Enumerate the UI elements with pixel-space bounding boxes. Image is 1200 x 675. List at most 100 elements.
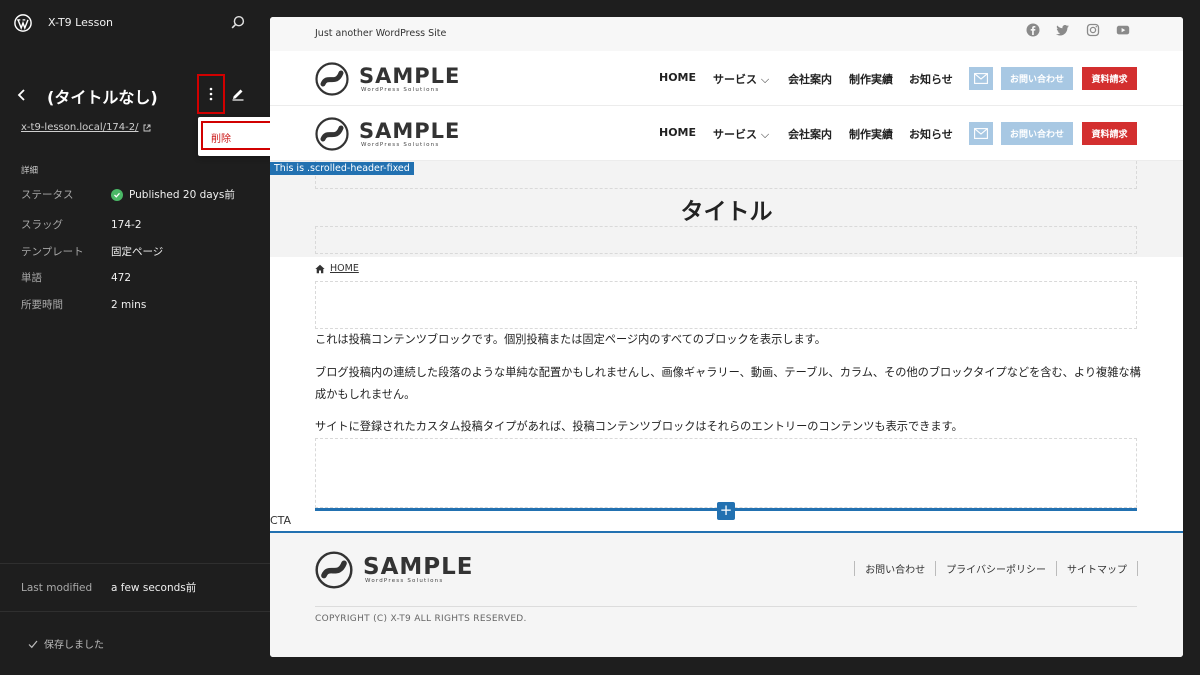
detail-label: ステータス	[21, 189, 74, 201]
detail-value[interactable]: 174-2	[111, 219, 142, 231]
twitter-icon[interactable]	[1056, 23, 1070, 37]
detail-row-last-modified: Last modified a few seconds前	[21, 580, 261, 595]
detail-label: 単語	[21, 272, 42, 284]
site-logo[interactable]: SAMPLE WordPress Solutions	[315, 62, 461, 96]
search-icon[interactable]	[229, 14, 247, 32]
request-materials-button[interactable]: 資料請求	[1082, 122, 1137, 145]
site-topbar: Just another WordPress Site	[270, 17, 1183, 51]
editor-canvas[interactable]: Just another WordPress Site SAMPLE WordP…	[270, 17, 1183, 657]
detail-value: a few seconds前	[111, 582, 197, 594]
more-vertical-icon	[209, 87, 213, 101]
facebook-icon[interactable]	[1026, 23, 1040, 37]
nav-item-works[interactable]: 制作実績	[849, 126, 893, 142]
nav-label: サービス	[713, 128, 757, 141]
contact-button[interactable]: お問い合わせ	[1001, 67, 1073, 90]
logo-word: SAMPLE	[363, 554, 474, 580]
footer-link-sitemap[interactable]: サイトマップ	[1056, 561, 1138, 576]
pencil-icon[interactable]	[231, 87, 245, 101]
divider	[0, 563, 270, 564]
nav-item-news[interactable]: お知らせ	[909, 126, 953, 142]
footer-logo[interactable]: SAMPLE WordPress Solutions	[315, 551, 473, 589]
page-url-link[interactable]: x-t9-lesson.local/174-2/	[21, 122, 151, 133]
detail-row-slug: スラッグ 174-2	[21, 217, 261, 232]
page-url-text: x-t9-lesson.local/174-2/	[21, 122, 139, 133]
site-header: SAMPLE WordPress Solutions HOME サービス ⌵ 会…	[270, 51, 1183, 106]
saved-status: 保存しました	[28, 636, 104, 651]
chevron-down-icon: ⌵	[760, 128, 770, 141]
breadcrumb[interactable]: HOME	[315, 263, 359, 274]
logo-mark-icon	[315, 551, 353, 589]
contact-button[interactable]: お問い合わせ	[1001, 122, 1073, 145]
nav-item-services[interactable]: サービス ⌵	[713, 71, 769, 87]
logo-mark-icon	[315, 62, 349, 96]
details-heading: 詳細	[21, 166, 39, 176]
site-footer[interactable]: SAMPLE WordPress Solutions お問い合わせ プライバシー…	[270, 533, 1183, 657]
youtube-icon[interactable]	[1116, 23, 1130, 37]
chevron-down-icon: ⌵	[760, 73, 770, 86]
block-placeholder[interactable]	[315, 281, 1137, 329]
scrolled-header-label: This is .scrolled-header-fixed	[270, 162, 414, 175]
home-icon	[315, 264, 325, 273]
detail-value: 2 mins	[111, 298, 147, 311]
detail-value[interactable]: Published 20 days前	[111, 187, 235, 202]
nav-item-company[interactable]: 会社案内	[788, 71, 832, 87]
nav-item-home[interactable]: HOME	[659, 71, 696, 84]
site-logo[interactable]: SAMPLE WordPress Solutions	[315, 117, 461, 151]
check-icon	[28, 640, 38, 648]
content-paragraph[interactable]: ブログ投稿内の連続した段落のような単純な配置かもしれませんし、画像ギャラリー、動…	[315, 362, 1145, 406]
plus-icon[interactable]: +	[717, 502, 735, 520]
chevron-left-icon[interactable]	[14, 86, 30, 104]
site-title[interactable]: X-T9 Lesson	[48, 16, 113, 29]
detail-row-reading-time: 所要時間 2 mins	[21, 297, 261, 312]
request-materials-button[interactable]: 資料請求	[1082, 67, 1137, 90]
block-placeholder[interactable]	[315, 438, 1137, 508]
logo-word: SAMPLE	[359, 64, 461, 88]
nav-item-services[interactable]: サービス ⌵	[713, 126, 769, 142]
detail-label: 所要時間	[21, 299, 63, 311]
nav-item-works[interactable]: 制作実績	[849, 71, 893, 87]
copyright-text: COPYRIGHT (C) X-T9 ALL RIGHTS RESERVED.	[315, 614, 527, 624]
cta-label[interactable]: CTA	[270, 514, 291, 527]
scrolled-fixed-header: SAMPLE WordPress Solutions HOME サービス ⌵ 会…	[270, 106, 1183, 161]
footer-link-contact[interactable]: お問い合わせ	[854, 561, 935, 576]
block-placeholder[interactable]	[315, 226, 1137, 254]
logo-subtext: WordPress Solutions	[361, 87, 440, 93]
detail-value: 472	[111, 271, 132, 284]
status-text: Published 20 days前	[129, 189, 235, 201]
saved-text: 保存しました	[44, 640, 104, 651]
nav-item-home[interactable]: HOME	[659, 126, 696, 139]
editor-sidebar: X-T9 Lesson (タイトルなし) x-t9-lesson.local/1…	[0, 0, 342, 675]
post-title-heading[interactable]: タイトル	[270, 192, 1183, 226]
detail-row-words: 単語 472	[21, 270, 261, 285]
content-paragraph[interactable]: サイトに登録されたカスタム投稿タイプがあれば、投稿コンテンツブロックはそれらのエ…	[315, 416, 1145, 438]
detail-value[interactable]: 固定ページ	[111, 244, 163, 259]
nav-item-company[interactable]: 会社案内	[788, 126, 832, 142]
detail-label: スラッグ	[21, 219, 63, 231]
mail-icon[interactable]	[969, 122, 993, 145]
page-title: (タイトルなし)	[47, 88, 158, 107]
detail-label: テンプレート	[21, 246, 84, 258]
block-placeholder[interactable]	[315, 161, 1137, 189]
footer-link-privacy[interactable]: プライバシーポリシー	[935, 561, 1056, 576]
external-link-icon	[143, 124, 150, 131]
detail-row-status: ステータス Published 20 days前	[21, 187, 261, 202]
logo-mark-icon	[315, 117, 349, 151]
more-options-button[interactable]	[197, 74, 225, 114]
wordpress-logo-icon[interactable]	[14, 14, 32, 32]
nav-item-news[interactable]: お知らせ	[909, 71, 953, 87]
footer-nav: お問い合わせ プライバシーポリシー サイトマップ	[854, 561, 1138, 576]
nav-label: サービス	[713, 73, 757, 86]
mail-icon[interactable]	[969, 67, 993, 90]
check-circle-icon	[111, 188, 123, 201]
footer-divider	[315, 606, 1137, 607]
detail-label: Last modified	[21, 581, 93, 594]
detail-row-template: テンプレート 固定ページ	[21, 244, 261, 259]
logo-word: SAMPLE	[359, 119, 461, 143]
breadcrumb-home-link[interactable]: HOME	[330, 263, 359, 274]
instagram-icon[interactable]	[1086, 23, 1100, 37]
logo-subtext: WordPress Solutions	[361, 142, 440, 148]
logo-subtext: WordPress Solutions	[365, 578, 444, 584]
content-paragraph[interactable]: これは投稿コンテンツブロックです。個別投稿または固定ページ内のすべてのブロックを…	[315, 329, 1145, 351]
divider	[0, 611, 270, 612]
site-tagline: Just another WordPress Site	[315, 28, 447, 39]
